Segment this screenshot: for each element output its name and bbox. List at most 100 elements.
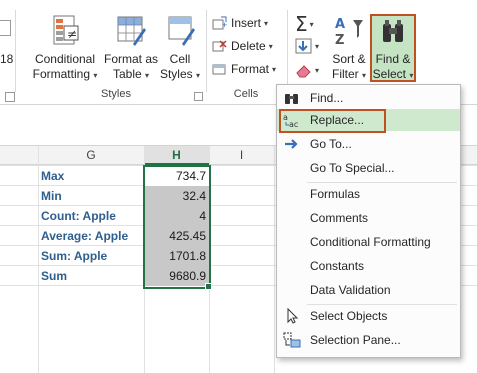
row-label-cell[interactable]: Count: Apple	[41, 209, 116, 223]
chevron-down-icon: ▾	[93, 71, 98, 80]
sort-filter-line2: Filter	[331, 67, 359, 81]
format-as-table-line2: Table	[112, 67, 142, 81]
cell-styles-line1: Cell	[169, 52, 191, 66]
menu-label-selection-pane: Selection Pane...	[310, 333, 401, 347]
menu-label-go-to-special: Go To Special...	[310, 161, 395, 175]
menu-item-selection-pane[interactable]: Selection Pane...	[277, 329, 460, 351]
chevron-down-icon: ▾	[268, 41, 273, 51]
svg-text:A: A	[335, 17, 345, 32]
replace-highlight-box	[279, 109, 386, 133]
styles-group-label: Styles	[101, 88, 131, 100]
menu-label-data-validation: Data Validation	[310, 283, 391, 297]
value-cell[interactable]: 425.45	[146, 229, 206, 243]
cells-group-label: Cells	[233, 88, 259, 100]
delete-button[interactable]: Delete ▾	[212, 39, 273, 53]
column-header-h[interactable]: H	[144, 146, 209, 165]
selection-pane-icon	[283, 332, 301, 348]
cursor-icon	[287, 308, 299, 324]
fill-down-icon	[295, 38, 312, 54]
dialog-launcher-icon[interactable]	[194, 92, 203, 101]
find-select-line2: Select	[372, 67, 406, 81]
chevron-down-icon: ▾	[145, 71, 150, 80]
group-separator	[287, 10, 288, 92]
gridline	[274, 146, 275, 373]
group-separator	[206, 10, 207, 92]
menu-item-data-validation[interactable]: Data Validation	[277, 279, 460, 301]
conditional-formatting-button[interactable]: ≠ Conditional Formatting ▾	[30, 12, 100, 82]
cell-styles-button[interactable]: Cell Styles ▾	[158, 12, 202, 82]
format-label: Format	[231, 62, 270, 76]
svg-text:≠: ≠	[67, 27, 77, 41]
fill-button[interactable]: ▾	[295, 38, 319, 54]
menu-item-select-objects[interactable]: Select Objects	[277, 305, 460, 327]
chevron-down-icon: ▾	[309, 19, 314, 29]
format-icon	[212, 64, 226, 75]
menu-label-formulas: Formulas	[310, 187, 361, 201]
row-label-cell[interactable]: Sum	[41, 269, 67, 283]
format-as-table-button[interactable]: Format as Table ▾	[103, 12, 159, 82]
find-select-line1: Find &	[375, 52, 411, 66]
cell-styles-icon	[168, 16, 195, 46]
menu-label-constants: Constants	[310, 259, 365, 273]
cell-styles-line2: Styles	[159, 67, 193, 81]
value-cell[interactable]: 1701.8	[146, 249, 206, 263]
menu-item-conditional-formatting[interactable]: Conditional Formatting	[277, 231, 460, 253]
conditional-formatting-icon: ≠	[53, 15, 79, 45]
menu-item-go-to-special[interactable]: Go To Special...	[277, 157, 460, 179]
dialog-launcher-icon[interactable]	[5, 92, 15, 102]
value-cell[interactable]: 9680.9	[146, 269, 206, 283]
svg-text:Z: Z	[335, 33, 344, 48]
gridline	[38, 146, 39, 373]
chevron-down-icon: ▾	[315, 41, 320, 51]
row-label-cell[interactable]: Average: Apple	[41, 229, 128, 243]
insert-icon: +	[212, 16, 227, 30]
menu-item-go-to[interactable]: Go To...	[277, 133, 460, 155]
svg-text:+: +	[222, 20, 227, 30]
sort-filter-line1: Sort &	[332, 52, 366, 66]
sort-filter-icon: A Z	[335, 17, 363, 48]
row-label-cell[interactable]: Min	[41, 189, 62, 203]
delete-label: Delete	[231, 39, 266, 53]
value-cell[interactable]: 4	[146, 209, 206, 223]
find-select-button[interactable]: Find & Select ▾	[370, 14, 416, 82]
group-separator	[15, 10, 16, 92]
column-header-g[interactable]: G	[38, 146, 144, 165]
delete-icon	[212, 40, 227, 52]
value-cell[interactable]: 32.4	[146, 189, 206, 203]
find-select-menu: Find... a ac Replace... Go To... Go To Sp…	[276, 84, 461, 358]
binoculars-icon	[383, 20, 403, 42]
chevron-down-icon: ▾	[264, 18, 269, 28]
partial-icon	[0, 20, 11, 36]
eraser-icon	[296, 65, 311, 78]
chevron-down-icon: ▾	[196, 71, 201, 80]
partial-number: 18	[0, 52, 14, 66]
menu-label-select-objects: Select Objects	[310, 309, 388, 323]
format-as-table-icon	[117, 16, 146, 46]
value-cell[interactable]: 734.7	[146, 169, 206, 183]
column-header-i[interactable]: I	[209, 146, 274, 165]
menu-item-comments[interactable]: Comments	[277, 207, 460, 229]
menu-item-formulas[interactable]: Formulas	[277, 183, 460, 205]
row-label-cell[interactable]: Max	[41, 169, 64, 183]
sigma-icon: Σ	[295, 12, 308, 36]
row-label-cell[interactable]: Sum: Apple	[41, 249, 107, 263]
sort-filter-button[interactable]: A Z Sort & Filter ▾	[330, 12, 368, 82]
insert-button[interactable]: + Insert ▾	[212, 16, 268, 30]
fill-handle[interactable]	[205, 283, 212, 290]
clear-button[interactable]: ▾	[295, 62, 319, 78]
chevron-down-icon: ▾	[409, 71, 414, 80]
conditional-formatting-line2: Formatting	[32, 67, 90, 81]
chevron-down-icon: ▾	[315, 65, 320, 75]
menu-label-conditional-formatting: Conditional Formatting	[310, 235, 431, 249]
binoculars-icon	[285, 94, 298, 104]
menu-label-comments: Comments	[310, 211, 369, 225]
chevron-down-icon: ▾	[272, 64, 277, 74]
menu-item-constants[interactable]: Constants	[277, 255, 460, 277]
autosum-button[interactable]: Σ ▾	[295, 12, 314, 36]
conditional-formatting-line1: Conditional	[34, 52, 96, 66]
menu-item-find[interactable]: Find...	[277, 87, 460, 109]
chevron-down-icon: ▾	[362, 71, 367, 80]
format-button[interactable]: Format ▾	[212, 62, 276, 76]
menu-label-find: Find...	[310, 91, 344, 105]
menu-label-go-to: Go To...	[310, 137, 352, 151]
